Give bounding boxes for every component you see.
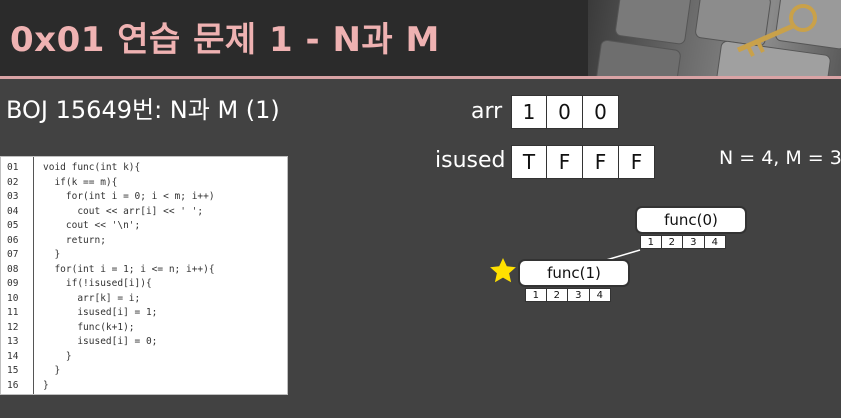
index-cell: 3	[568, 288, 590, 302]
index-cell: 4	[589, 288, 611, 302]
index-cell: 1	[525, 288, 547, 302]
func0-index-row: 1234	[640, 235, 726, 249]
index-cell: 4	[704, 235, 726, 249]
star-icon	[490, 258, 516, 283]
func1-index-row: 1234	[525, 288, 611, 302]
func1-node: func(1)	[518, 259, 630, 287]
index-cell: 3	[683, 235, 705, 249]
index-cell: 2	[661, 235, 683, 249]
index-cell: 2	[546, 288, 568, 302]
index-cell: 1	[640, 235, 662, 249]
func0-node: func(0)	[635, 206, 747, 234]
